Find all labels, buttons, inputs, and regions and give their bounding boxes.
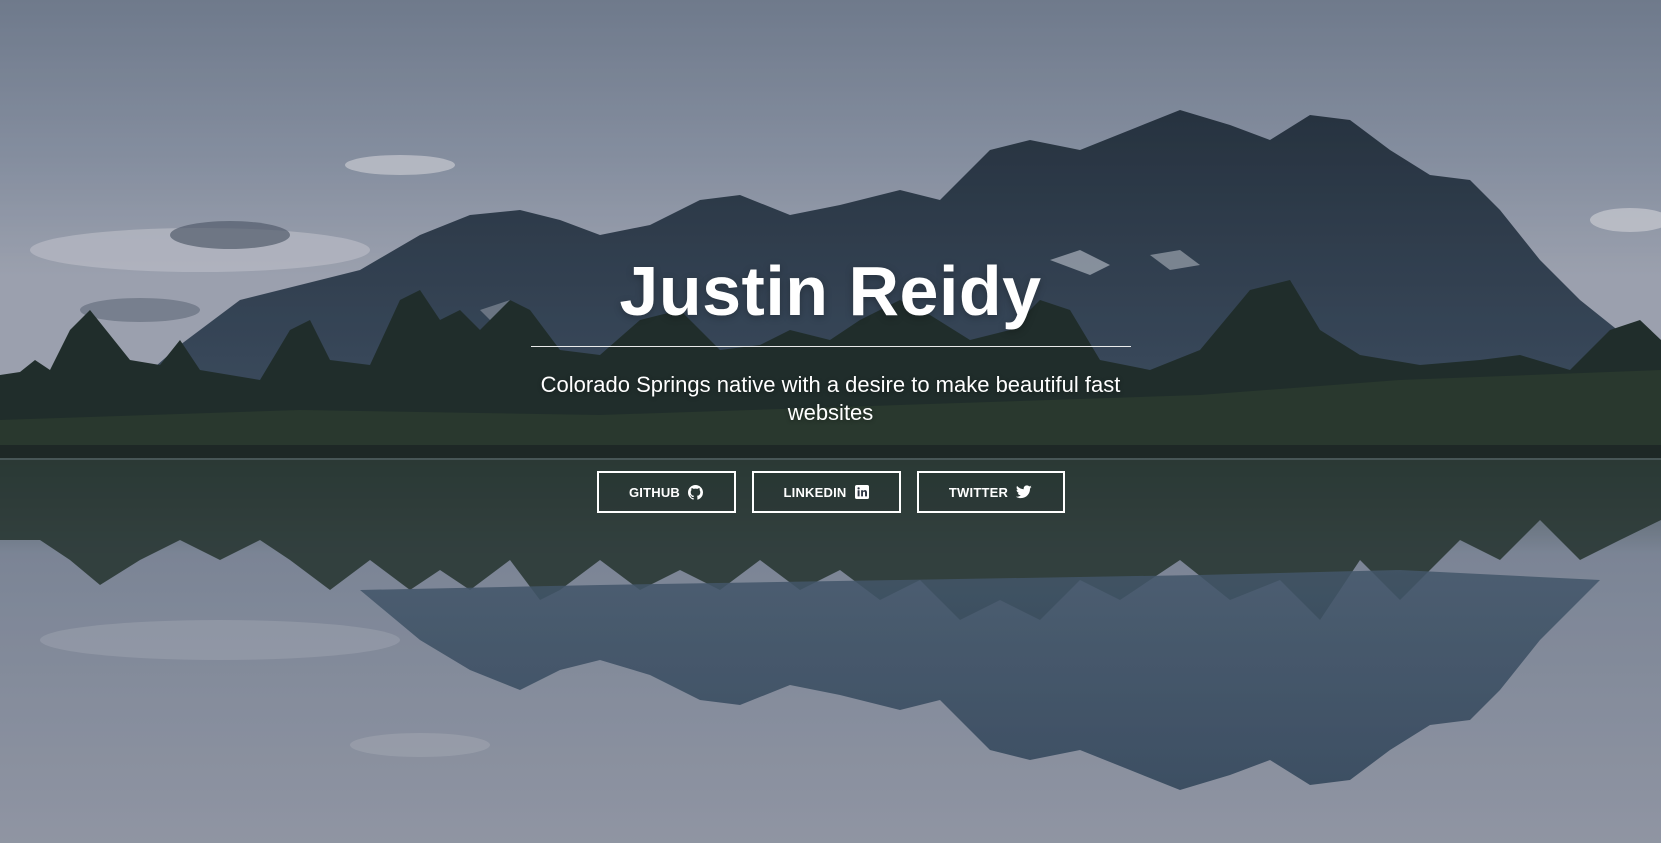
title-divider <box>530 346 1131 347</box>
page-title: Justin Reidy <box>619 252 1042 330</box>
hero-section: Justin Reidy Colorado Springs native wit… <box>0 0 1661 843</box>
linkedin-icon <box>854 485 869 499</box>
github-button[interactable]: GITHUB <box>596 471 736 513</box>
social-links: GITHUB LINKEDIN TWITTER <box>0 471 1661 513</box>
github-icon <box>688 484 704 500</box>
github-button-label: GITHUB <box>628 484 681 500</box>
twitter-button[interactable]: TWITTER <box>916 471 1065 513</box>
hero-subtitle: Colorado Springs native with a desire to… <box>540 372 1121 425</box>
linkedin-button[interactable]: LINKEDIN <box>751 471 901 513</box>
twitter-button-label: TWITTER <box>948 484 1009 500</box>
hero-content: Justin Reidy Colorado Springs native wit… <box>0 250 1661 513</box>
linkedin-button-label: LINKEDIN <box>783 484 847 500</box>
twitter-icon <box>1016 485 1032 499</box>
